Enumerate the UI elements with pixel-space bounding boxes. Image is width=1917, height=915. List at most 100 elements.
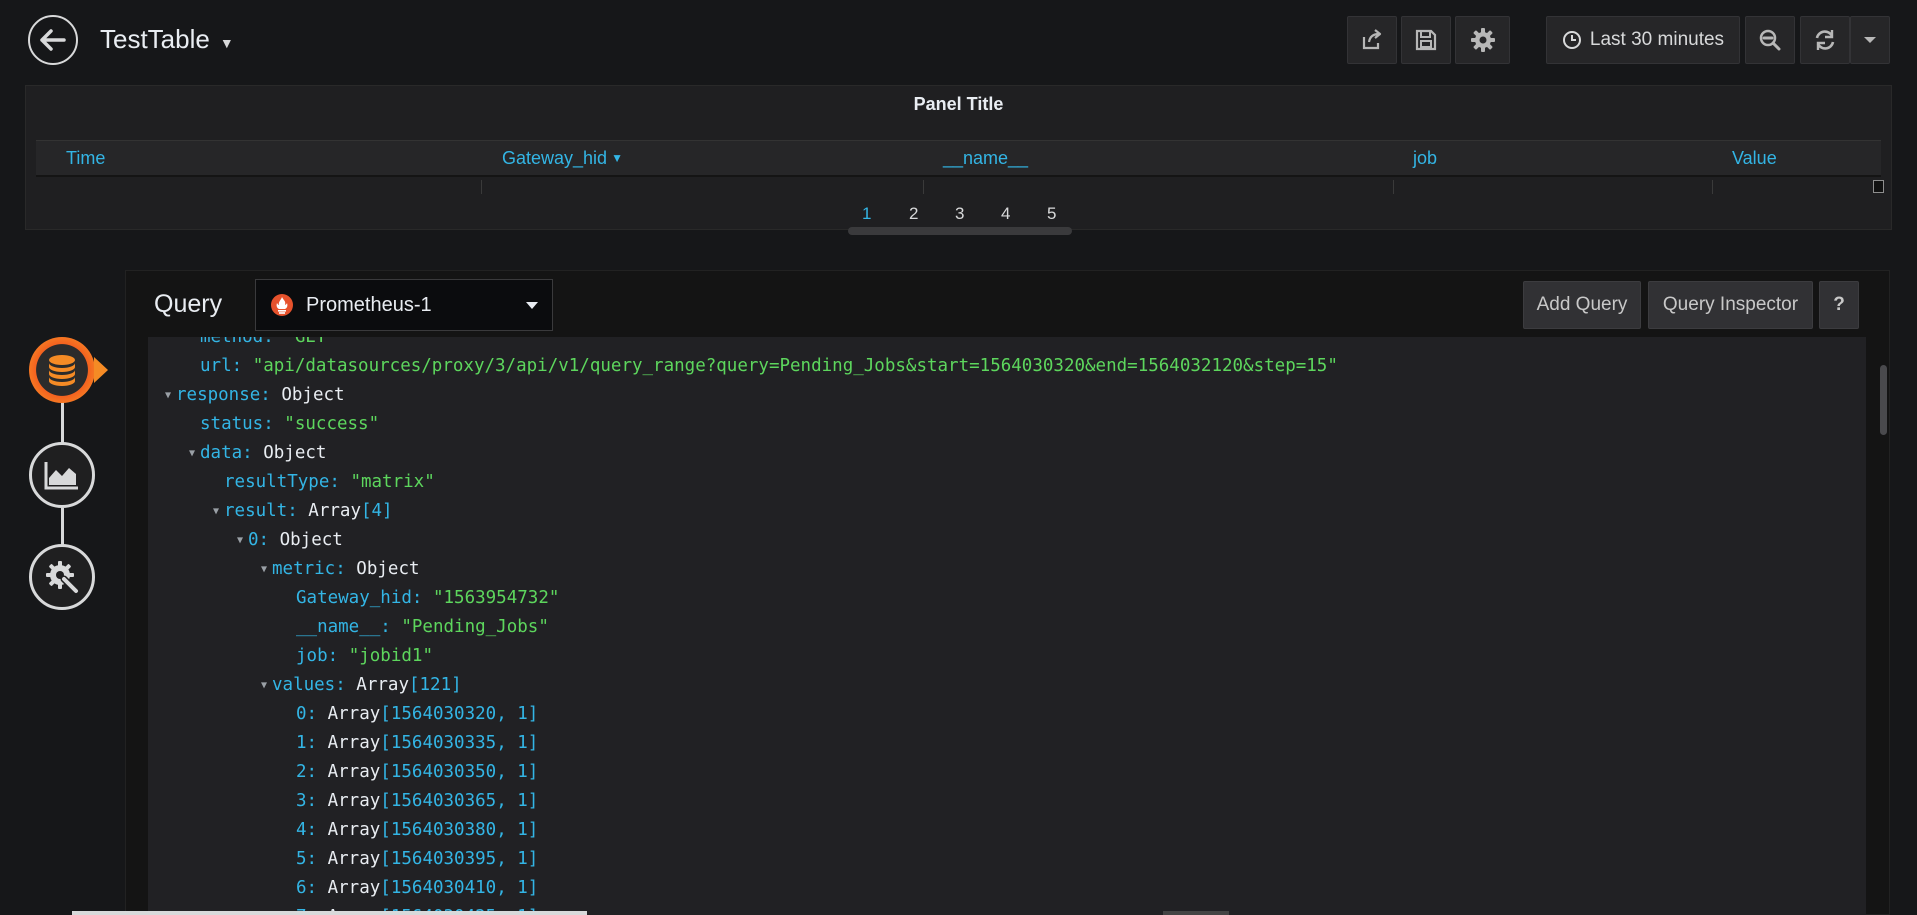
caret-down-icon bbox=[526, 302, 538, 309]
inspector-line[interactable]: ▼ 0: Object bbox=[237, 526, 343, 555]
inspector-line: method: "GET" bbox=[200, 337, 337, 352]
page-link-3[interactable]: 3 bbox=[955, 204, 964, 224]
inspector-key: status: bbox=[200, 414, 285, 434]
time-range-label: Last 30 minutes bbox=[1589, 29, 1725, 50]
inspector-key: 1: bbox=[296, 733, 328, 753]
inspector-value: "Pending_Jobs" bbox=[401, 617, 549, 637]
dashboard-title-picker[interactable]: TestTable ▼ bbox=[100, 24, 234, 55]
inspector-value: "GET" bbox=[284, 337, 337, 347]
query-inspector-output[interactable]: method: "GET" url: "api/datasources/proxy… bbox=[148, 337, 1866, 915]
inspector-value: Object bbox=[263, 443, 327, 463]
cell-divider bbox=[1712, 180, 1713, 194]
refresh-button[interactable] bbox=[1800, 16, 1850, 64]
inspector-key: data: bbox=[200, 443, 264, 463]
database-icon bbox=[49, 355, 75, 386]
inspector-line: 0: Array[1564030320, 1] bbox=[296, 700, 538, 729]
column-header-job[interactable]: job bbox=[1413, 148, 1437, 169]
inspector-value: "api/datasources/proxy/3/api/v1/query_ra… bbox=[252, 356, 1338, 376]
column-header-name[interactable]: __name__ bbox=[943, 148, 1028, 169]
table-panel: Panel Title Time Gateway_hid ▼ __name__ j… bbox=[25, 85, 1892, 235]
inspector-line[interactable]: ▼ data: Object bbox=[189, 439, 326, 468]
inspector-value: "success" bbox=[284, 414, 380, 434]
expand-toggle-icon[interactable]: ▼ bbox=[261, 671, 272, 700]
expand-toggle-icon[interactable]: ▼ bbox=[165, 381, 176, 410]
clock-icon bbox=[1562, 31, 1581, 49]
expand-toggle-icon[interactable]: ▼ bbox=[261, 555, 272, 584]
inspector-key: 3: bbox=[296, 791, 328, 811]
inspector-value: Object bbox=[279, 530, 343, 550]
expand-toggle-icon[interactable]: ▼ bbox=[213, 497, 224, 526]
datasource-name: Prometheus-1 bbox=[306, 293, 432, 316]
panel-title[interactable]: Panel Title bbox=[26, 94, 1891, 115]
inspector-line: url: "api/datasources/proxy/3/api/v1/que… bbox=[200, 352, 1338, 381]
inspector-value: "jobid1" bbox=[348, 646, 433, 666]
inspector-key: metric: bbox=[272, 559, 357, 579]
query-section-title: Query bbox=[154, 290, 223, 318]
inspector-key: result: bbox=[224, 501, 309, 521]
table-horizontal-scrollbar[interactable] bbox=[848, 227, 1072, 235]
prometheus-icon bbox=[271, 294, 293, 316]
inspector-line: status: "success" bbox=[200, 410, 379, 439]
table-scroll-corner bbox=[1873, 180, 1884, 193]
page-link-5[interactable]: 5 bbox=[1047, 204, 1056, 224]
help-button[interactable]: ? bbox=[1819, 281, 1859, 329]
inspector-key: __name__: bbox=[296, 617, 402, 637]
inspector-key: values: bbox=[272, 675, 357, 695]
inspector-key: 5: bbox=[296, 849, 328, 869]
inspector-key: Gateway_hid: bbox=[296, 588, 433, 608]
share-button[interactable] bbox=[1347, 16, 1397, 64]
inspector-key: method: bbox=[200, 337, 285, 347]
inspector-line: 3: Array[1564030365, 1] bbox=[296, 787, 538, 816]
inspector-key: 0: bbox=[296, 704, 328, 724]
inspector-value: "matrix" bbox=[350, 472, 435, 492]
inspector-value: Object bbox=[356, 559, 420, 579]
inspector-line: 6: Array[1564030410, 1] bbox=[296, 874, 538, 903]
back-button[interactable] bbox=[28, 15, 78, 65]
cell-divider bbox=[923, 180, 924, 194]
rail-connector bbox=[61, 402, 64, 444]
inspector-value: Object bbox=[281, 385, 345, 405]
inspector-value: Array[1564030395, 1] bbox=[327, 849, 539, 869]
rail-general-tab[interactable] bbox=[29, 544, 95, 610]
horizontal-scrollbar-thumb[interactable] bbox=[72, 911, 587, 915]
column-header-value[interactable]: Value bbox=[1732, 148, 1777, 169]
inspector-line: job: "jobid1" bbox=[296, 642, 433, 671]
share-icon bbox=[1362, 29, 1382, 50]
inspector-vertical-scrollbar[interactable] bbox=[1880, 365, 1887, 435]
sort-desc-icon: ▼ bbox=[611, 151, 623, 165]
active-tab-pointer bbox=[94, 357, 108, 383]
inspector-line[interactable]: ▼ response: Object bbox=[165, 381, 345, 410]
rail-queries-tab[interactable] bbox=[29, 337, 95, 403]
query-inspector-button[interactable]: Query Inspector bbox=[1648, 281, 1813, 329]
inspector-value: Array[1564030350, 1] bbox=[327, 762, 539, 782]
column-header-gateway-hid[interactable]: Gateway_hid ▼ bbox=[502, 148, 623, 169]
arrow-left-icon bbox=[40, 29, 66, 51]
inspector-value: Array[121] bbox=[356, 675, 462, 695]
page-link-1[interactable]: 1 bbox=[862, 204, 871, 224]
add-query-button[interactable]: Add Query bbox=[1523, 281, 1641, 329]
rail-visualization-tab[interactable] bbox=[29, 442, 95, 508]
inspector-line: resultType: "matrix" bbox=[224, 468, 435, 497]
inspector-line[interactable]: ▼ values: Array[121] bbox=[261, 671, 462, 700]
inspector-key: url: bbox=[200, 356, 253, 376]
time-range-picker[interactable]: Last 30 minutes bbox=[1546, 16, 1740, 64]
table-header: Time Gateway_hid ▼ __name__ job Value bbox=[36, 140, 1881, 177]
cog-wrench-icon bbox=[46, 561, 80, 595]
page-link-2[interactable]: 2 bbox=[909, 204, 918, 224]
inspector-line[interactable]: ▼ result: Array[4] bbox=[213, 497, 393, 526]
inspector-line: Gateway_hid: "1563954732" bbox=[296, 584, 559, 613]
inspector-key: resultType: bbox=[224, 472, 351, 492]
save-dashboard-button[interactable] bbox=[1401, 16, 1451, 64]
datasource-picker[interactable]: Prometheus-1 bbox=[255, 279, 553, 331]
refresh-interval-dropdown[interactable] bbox=[1850, 16, 1890, 64]
dashboard-title: TestTable bbox=[100, 24, 210, 54]
expand-toggle-icon[interactable]: ▼ bbox=[189, 439, 200, 468]
inspector-line[interactable]: ▼ metric: Object bbox=[261, 555, 420, 584]
inspector-key: job: bbox=[296, 646, 349, 666]
expand-toggle-icon[interactable]: ▼ bbox=[237, 526, 248, 555]
page-link-4[interactable]: 4 bbox=[1001, 204, 1010, 224]
save-icon bbox=[1415, 29, 1437, 51]
zoom-out-button[interactable] bbox=[1745, 16, 1795, 64]
column-header-time[interactable]: Time bbox=[66, 148, 105, 169]
dashboard-settings-button[interactable] bbox=[1455, 16, 1510, 64]
